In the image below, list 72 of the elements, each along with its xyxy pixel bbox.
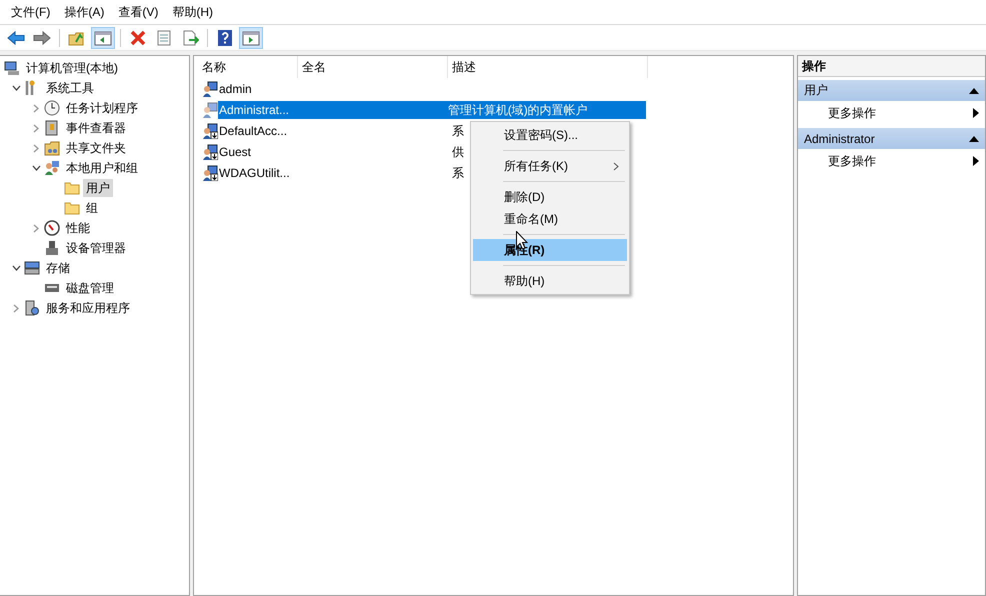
table-cell[interactable]: Guest bbox=[218, 142, 448, 160]
table-cell[interactable]: Administrat... bbox=[218, 100, 444, 118]
tree-item[interactable]: 计算机管理(本地) bbox=[23, 59, 121, 77]
tree-item[interactable]: 共享文件夹 bbox=[63, 139, 129, 157]
disabled-user-icon bbox=[202, 164, 218, 180]
folder-icon bbox=[64, 180, 80, 196]
table-cell[interactable]: admin bbox=[218, 80, 448, 98]
tree-node-icon bbox=[4, 60, 20, 76]
menu-item[interactable]: 所有任务(K) bbox=[473, 155, 627, 177]
tree-item[interactable]: 存储 bbox=[43, 259, 73, 277]
column-header[interactable]: 全名 bbox=[298, 56, 448, 78]
action-link[interactable]: 更多操作 bbox=[828, 152, 876, 170]
column-header[interactable]: 描述 bbox=[448, 56, 648, 78]
tree-item[interactable]: 服务和应用程序 bbox=[43, 299, 133, 317]
forward-arrow-icon bbox=[33, 28, 51, 46]
disabled-user-icon bbox=[202, 122, 218, 138]
section-header[interactable]: Administrator bbox=[798, 128, 985, 149]
submenu-chevron-icon bbox=[613, 162, 619, 170]
action-link[interactable]: 更多操作 bbox=[828, 104, 876, 122]
toolbar-button[interactable] bbox=[239, 26, 263, 48]
panel-icon bbox=[94, 28, 112, 46]
section-header[interactable]: 用户 bbox=[798, 80, 985, 101]
tree-node-icon bbox=[44, 160, 60, 176]
tree-node-icon bbox=[24, 300, 40, 316]
menu-item[interactable]: 帮助(H) bbox=[473, 270, 627, 292]
submenu-arrow-icon bbox=[973, 108, 979, 118]
delete-icon bbox=[129, 28, 147, 46]
tree-node-icon bbox=[44, 140, 60, 156]
collapse-triangle-icon bbox=[969, 134, 979, 142]
tree-item[interactable]: 设备管理器 bbox=[63, 239, 129, 257]
table-cell: 管理计算机(域)的内置帐户 bbox=[444, 100, 646, 118]
submenu-arrow-icon bbox=[973, 156, 979, 166]
table-cell-text: 供 bbox=[451, 144, 464, 160]
table-cell[interactable]: DefaultAcc... bbox=[218, 122, 448, 140]
tree-node-icon bbox=[44, 120, 60, 136]
table-cell-text: 系 bbox=[451, 164, 464, 182]
tree-item[interactable]: 事件查看器 bbox=[63, 119, 129, 137]
menu-item[interactable]: 删除(D) bbox=[473, 186, 627, 208]
table-cell-text: 系 bbox=[451, 122, 464, 140]
tree-item[interactable]: 用户 bbox=[83, 179, 113, 197]
tree-item[interactable]: 任务计划程序 bbox=[63, 99, 141, 117]
user-icon bbox=[202, 102, 218, 118]
folder-icon bbox=[64, 200, 80, 216]
tree-item[interactable]: 本地用户和组 bbox=[63, 159, 141, 177]
tree-node-icon bbox=[44, 100, 60, 116]
tree-node-icon bbox=[44, 220, 60, 236]
help-icon bbox=[216, 28, 234, 46]
menu-item[interactable]: 操作(A) bbox=[57, 2, 112, 22]
document-icon bbox=[155, 28, 173, 46]
menu-item[interactable]: 重命名(M) bbox=[473, 208, 627, 230]
tree-item[interactable]: 系统工具 bbox=[43, 79, 97, 97]
menu-item[interactable]: 文件(F) bbox=[4, 2, 58, 22]
back-arrow-icon bbox=[7, 28, 25, 46]
tree-node-icon bbox=[44, 240, 60, 256]
tree-item[interactable]: 性能 bbox=[63, 219, 93, 237]
export-icon bbox=[181, 28, 199, 46]
table-cell[interactable]: WDAGUtilit... bbox=[218, 164, 448, 182]
tree-node-icon bbox=[24, 260, 40, 276]
menu-item[interactable]: 设置密码(S)... bbox=[473, 124, 627, 146]
toolbar-button[interactable] bbox=[91, 26, 115, 48]
disabled-user-icon bbox=[202, 144, 218, 160]
column-header[interactable]: 名称 bbox=[198, 56, 298, 78]
collapse-triangle-icon bbox=[969, 86, 979, 94]
user-icon bbox=[202, 80, 218, 96]
section-title: Administrator bbox=[804, 132, 875, 146]
menu-item[interactable]: 帮助(H) bbox=[165, 2, 220, 22]
section-title: 用户 bbox=[804, 82, 828, 99]
pane-title: 操作 bbox=[798, 56, 985, 77]
tree-item[interactable]: 磁盘管理 bbox=[63, 279, 117, 297]
tree-item[interactable]: 组 bbox=[83, 199, 101, 217]
menu-item[interactable]: 查看(V) bbox=[111, 2, 166, 22]
panel-icon bbox=[242, 28, 260, 46]
